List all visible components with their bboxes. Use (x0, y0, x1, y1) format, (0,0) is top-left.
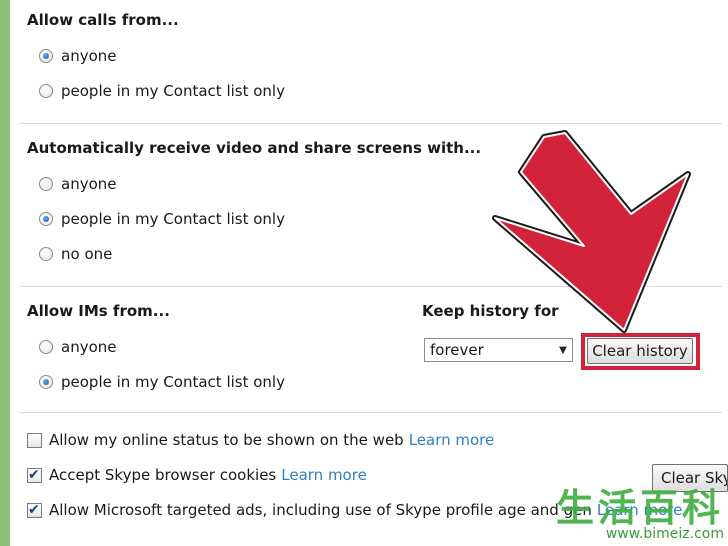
red-pointer-arrow-icon (492, 130, 691, 333)
watermark: 生活百科 www.bimeiz.com (556, 488, 724, 542)
watermark-chinese: 生活百科 (555, 486, 724, 530)
